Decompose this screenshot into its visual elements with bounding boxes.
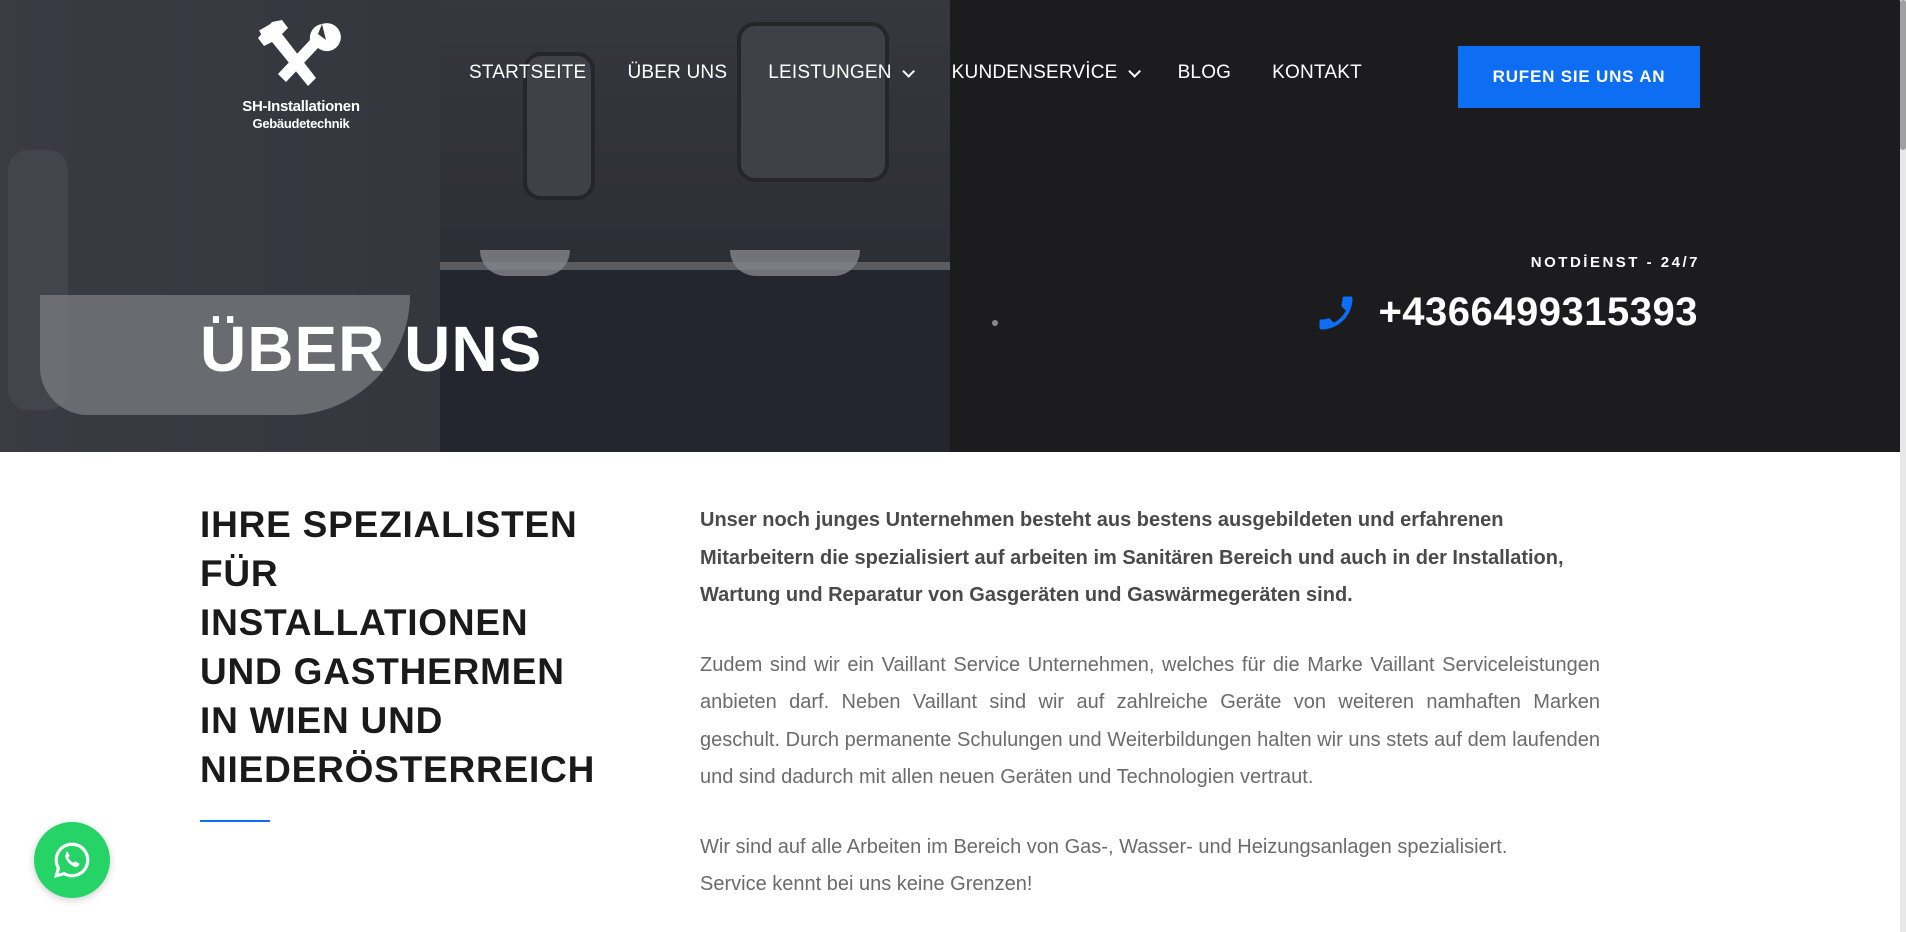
nav-item-label: ÜBER UNS [627, 62, 728, 83]
heading-line: IN WIEN UND [200, 700, 444, 741]
nav-item-kundenservice[interactable]: KUNDENSERVİCE [951, 62, 1141, 84]
nav-item-ueber-uns[interactable]: ÜBER UNS [627, 62, 727, 84]
nav-item-leistungen[interactable]: LEISTUNGEN [768, 62, 915, 84]
heading-line: NIEDERÖSTERREICH [200, 749, 596, 790]
heading-line: IHRE SPEZIALISTEN [200, 504, 578, 545]
hero-section: SH-Installationen Gebäudetechnik STARTSE… [0, 0, 1906, 452]
logo-name: SH-Installationen [242, 98, 360, 115]
logo-tagline: Gebäudetechnik [252, 116, 350, 131]
heading-line: UND GASTHERMEN [200, 651, 565, 692]
nav-item-kontakt[interactable]: KONTAKT [1272, 62, 1362, 84]
heading-divider [200, 820, 270, 822]
nav-item-label: LEISTUNGEN [768, 62, 892, 83]
nav-item-label: KONTAKT [1272, 62, 1362, 83]
chevron-down-icon [901, 64, 915, 78]
about-lead: Unser noch junges Unternehmen besteht au… [700, 509, 1564, 606]
emergency-phone[interactable]: +4366499315393 [1314, 290, 1698, 335]
site-logo[interactable]: SH-Installationen Gebäudetechnik [226, 18, 376, 138]
heading-line: FÜR [200, 553, 279, 594]
phone-number: +4366499315393 [1378, 290, 1698, 334]
nav-item-startseite[interactable]: STARTSEITE [469, 62, 586, 84]
whatsapp-button[interactable] [34, 822, 110, 898]
page-title: ÜBER UNS [200, 313, 543, 385]
heading-line: INSTALLATIONEN [200, 602, 529, 643]
chevron-down-icon [1127, 64, 1141, 78]
about-content: Unser noch junges Unternehmen besteht au… [700, 502, 1600, 904]
nav-item-label: STARTSEITE [469, 62, 587, 83]
about-paragraph: Zudem sind wir ein Vaillant Service Unte… [700, 653, 1600, 789]
whatsapp-icon [53, 842, 90, 878]
nav-item-label: BLOG [1177, 62, 1232, 83]
nav-item-label: KUNDENSERVİCE [951, 62, 1118, 83]
page-scrollbar[interactable] [1900, 0, 1906, 932]
nav-item-blog[interactable]: BLOG [1178, 62, 1232, 84]
about-paragraph: Wir sind auf alle Arbeiten im Bereich vo… [700, 835, 1508, 896]
main-nav: STARTSEITE ÜBER UNS LEISTUNGEN KUNDENSER… [469, 62, 1403, 84]
about-heading: IHRE SPEZIALISTEN FÜR INSTALLATIONEN UND… [200, 500, 620, 794]
emergency-service-label: NOTDİENST - 24/7 [1530, 254, 1700, 271]
slider-dot[interactable] [992, 320, 998, 326]
wrench-pipe-wrench-icon [258, 20, 341, 86]
scrollbar-thumb[interactable] [1900, 0, 1906, 150]
phone-icon [1319, 296, 1353, 329]
call-us-button[interactable]: RUFEN SIE UNS AN [1458, 46, 1700, 108]
